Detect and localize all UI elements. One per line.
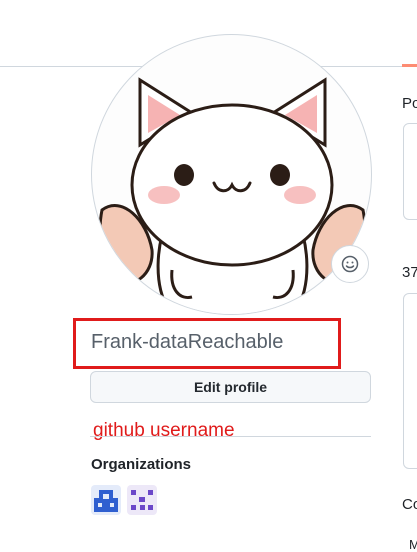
smiley-icon xyxy=(341,255,359,273)
avatar-container xyxy=(91,34,372,315)
set-status-button[interactable] xyxy=(331,245,369,283)
edit-profile-button[interactable]: Edit profile xyxy=(90,371,371,403)
right-card-1[interactable] xyxy=(403,123,417,220)
right-heading-2: 37 xyxy=(402,264,417,281)
right-heading-1: Po xyxy=(402,95,417,112)
avatar[interactable] xyxy=(91,34,372,315)
active-tab-indicator xyxy=(402,64,417,67)
org-icon xyxy=(131,490,153,510)
org-avatar-purple[interactable] xyxy=(127,485,157,515)
org-icon xyxy=(94,490,118,512)
right-card-2 xyxy=(403,293,417,469)
right-heading-4: M xyxy=(409,537,417,552)
section-divider xyxy=(90,436,371,437)
profile-username: Frank-dataReachable xyxy=(91,331,284,353)
org-avatar-blue[interactable] xyxy=(91,485,121,515)
organizations-heading: Organizations xyxy=(91,456,192,473)
annotation-label: github username xyxy=(93,420,235,441)
right-heading-3: Co xyxy=(402,496,417,513)
